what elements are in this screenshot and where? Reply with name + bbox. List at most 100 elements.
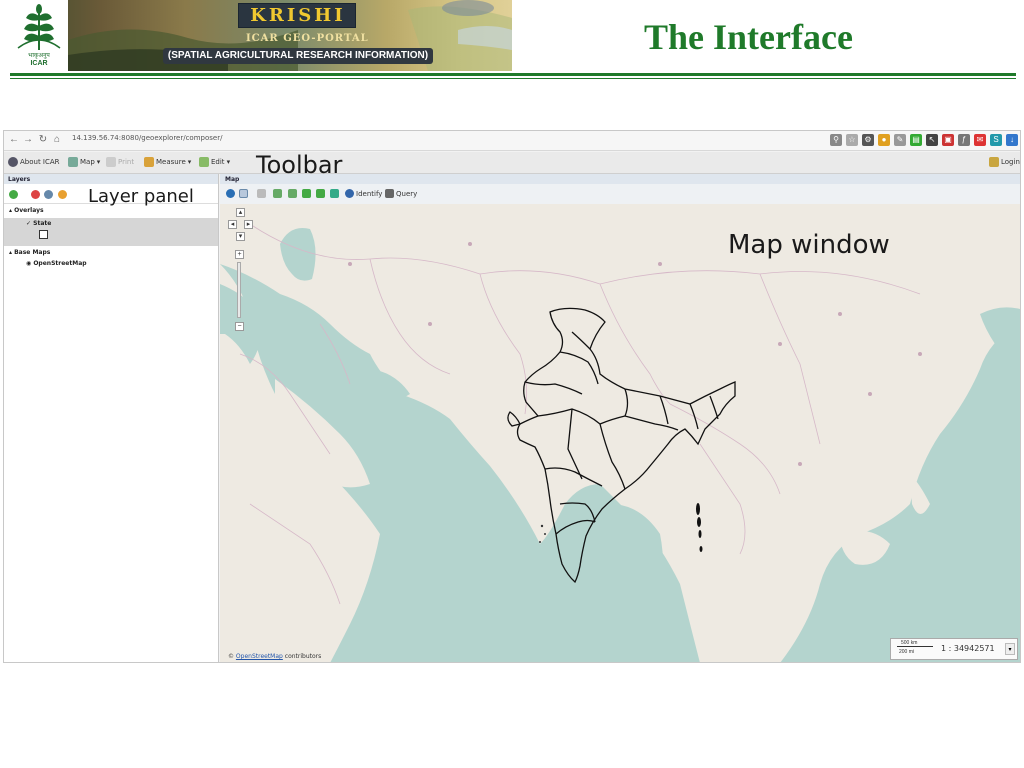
- chevron-down-icon: ▾: [226, 158, 231, 166]
- formula-icon[interactable]: ƒ: [958, 134, 970, 146]
- back-icon[interactable]: ←: [8, 134, 20, 145]
- java-island: [777, 582, 793, 590]
- layers-header: Layers: [4, 174, 218, 184]
- map-menu-button[interactable]: Map ▾: [68, 157, 100, 167]
- print-label: Print: [118, 158, 135, 166]
- header-divider: [10, 73, 1016, 76]
- map-header: Map: [220, 174, 1020, 184]
- logo-hindi-text: भाकृअनुप: [28, 52, 50, 59]
- pdf-icon[interactable]: ▣: [942, 134, 954, 146]
- slide-title: The Interface: [644, 17, 853, 57]
- zoom-slider[interactable]: [237, 262, 241, 318]
- mail-icon[interactable]: ✉: [974, 134, 986, 146]
- icar-logo: भाकृअनुप ICAR: [10, 0, 68, 71]
- attribution-link[interactable]: OpenStreetMap: [236, 653, 283, 660]
- edit-label: Edit: [211, 158, 225, 166]
- globe-icon: [8, 157, 18, 167]
- pan-south-button[interactable]: ▾: [236, 232, 245, 241]
- identify-button[interactable]: Identify: [356, 190, 382, 198]
- scale-dropdown[interactable]: ▾: [1005, 643, 1015, 655]
- settings-icon[interactable]: ⚙: [862, 134, 874, 146]
- wheat-logo-icon: [17, 4, 61, 50]
- ruler-icon: [144, 157, 154, 167]
- krishi-title-box: KRISHI: [238, 3, 356, 28]
- map-menu-label: Map: [80, 158, 95, 166]
- layers-panel: Layers Layer panel ▴ Overlays ✓ State ▴ …: [4, 174, 219, 662]
- banner-subtitle: ICAR GEO-PORTAL: [246, 33, 369, 44]
- pan-icon[interactable]: [239, 189, 248, 198]
- openstreetmap-label: OpenStreetMap: [33, 260, 87, 267]
- scale-ratio: 1 : 34942571: [941, 644, 995, 653]
- zoom-out-button[interactable]: −: [235, 322, 244, 331]
- login-button[interactable]: Login: [989, 157, 1020, 167]
- zoom-in-icon[interactable]: [273, 189, 282, 198]
- portal-screenshot: ← → ↻ ⌂ 14.139.56.74:8080/geoexplorer/co…: [3, 130, 1021, 663]
- download-icon[interactable]: ↓: [1006, 134, 1018, 146]
- edit-menu-button[interactable]: Edit ▾: [199, 157, 230, 167]
- zoom-box-icon[interactable]: [257, 189, 266, 198]
- full-extent-icon[interactable]: [330, 189, 339, 198]
- openstreetmap-layer[interactable]: ◉ OpenStreetMap: [26, 260, 87, 267]
- printer-icon: [106, 157, 116, 167]
- forward-icon[interactable]: →: [22, 134, 34, 145]
- state-label: State: [33, 220, 52, 227]
- layer-panel-callout: Layer panel: [88, 186, 194, 207]
- map-window-callout: Map window: [728, 230, 890, 260]
- pencil-icon: [199, 157, 209, 167]
- query-icon[interactable]: [385, 189, 394, 198]
- about-icar-button[interactable]: About ICAR: [8, 157, 60, 167]
- zoom-in-button[interactable]: +: [235, 250, 244, 259]
- zoom-out-icon[interactable]: [288, 189, 297, 198]
- bay-of-bengal: [560, 504, 664, 662]
- cursor-icon[interactable]: ↖: [926, 134, 938, 146]
- document-icon[interactable]: ▤: [910, 134, 922, 146]
- url-field[interactable]: 14.139.56.74:8080/geoexplorer/composer/: [72, 134, 222, 142]
- scale-control: 500 km 200 mi 1 : 34942571 ▾: [890, 638, 1018, 660]
- map-window[interactable]: ▴ ◂ ▸ ▾ + − Map window © OpenStreetMap c…: [220, 204, 1020, 662]
- overlays-label: Overlays: [14, 207, 44, 214]
- pan-north-button[interactable]: ▴: [236, 208, 245, 217]
- layers-tools: Layer panel: [4, 184, 218, 207]
- about-label: About ICAR: [20, 158, 60, 166]
- skype-icon[interactable]: S: [990, 134, 1002, 146]
- tool-icon[interactable]: ✎: [894, 134, 906, 146]
- base-maps-node[interactable]: ▴ Base Maps: [9, 249, 50, 256]
- map-attribution: © OpenStreetMap contributors: [228, 653, 321, 660]
- state-layer[interactable]: ✓ State: [26, 220, 51, 227]
- state-legend-box: [39, 230, 48, 239]
- map-icon: [68, 157, 78, 167]
- previous-extent-icon[interactable]: [302, 189, 311, 198]
- user-icon: [989, 157, 999, 167]
- query-button[interactable]: Query: [396, 190, 417, 198]
- pan-east-button[interactable]: ▸: [244, 220, 253, 229]
- zoom-icon[interactable]: ⚲: [830, 134, 842, 146]
- browser-address-bar: ← → ↻ ⌂ 14.139.56.74:8080/geoexplorer/co…: [4, 131, 1020, 151]
- krishi-banner: भाकृअनुप ICAR KRISHI ICAR GEO-PORTAL (SP…: [10, 0, 512, 71]
- banner-tagline: (SPATIAL AGRICULTURAL RESEARCH INFORMATI…: [167, 50, 429, 61]
- layer-properties-icon[interactable]: [44, 190, 53, 199]
- banner-tagline-box: (SPATIAL AGRICULTURAL RESEARCH INFORMATI…: [163, 48, 433, 64]
- basemap-drawing: [220, 204, 1020, 662]
- home-icon[interactable]: ⌂: [51, 134, 63, 145]
- zoom-extent-icon[interactable]: [226, 189, 235, 198]
- reload-icon[interactable]: ↻: [37, 134, 49, 145]
- pan-west-button[interactable]: ◂: [228, 220, 237, 229]
- overlays-node[interactable]: ▴ Overlays: [9, 207, 44, 214]
- remove-layer-icon[interactable]: [31, 190, 40, 199]
- info-icon[interactable]: [345, 189, 354, 198]
- browser-extensions: ⚲ ☆ ⚙ ● ✎ ▤ ↖ ▣ ƒ ✉ S ↓ ≡: [830, 134, 1020, 146]
- map-tools: Identify Query: [220, 184, 1020, 204]
- scale-mi-label: 200 mi: [899, 649, 915, 655]
- star-icon[interactable]: ☆: [846, 134, 858, 146]
- add-layer-icon[interactable]: [9, 190, 18, 199]
- header-divider-thin: [10, 78, 1016, 79]
- chevron-down-icon: ▾: [187, 158, 192, 166]
- print-button[interactable]: Print: [106, 157, 134, 167]
- measure-menu-button[interactable]: Measure ▾: [144, 157, 191, 167]
- layer-style-icon[interactable]: [58, 190, 67, 199]
- next-extent-icon[interactable]: [316, 189, 325, 198]
- extension-icon[interactable]: ●: [878, 134, 890, 146]
- banner-title: KRISHI: [250, 5, 346, 26]
- attribution-prefix: ©: [228, 653, 234, 660]
- chevron-down-icon: ▾: [96, 158, 101, 166]
